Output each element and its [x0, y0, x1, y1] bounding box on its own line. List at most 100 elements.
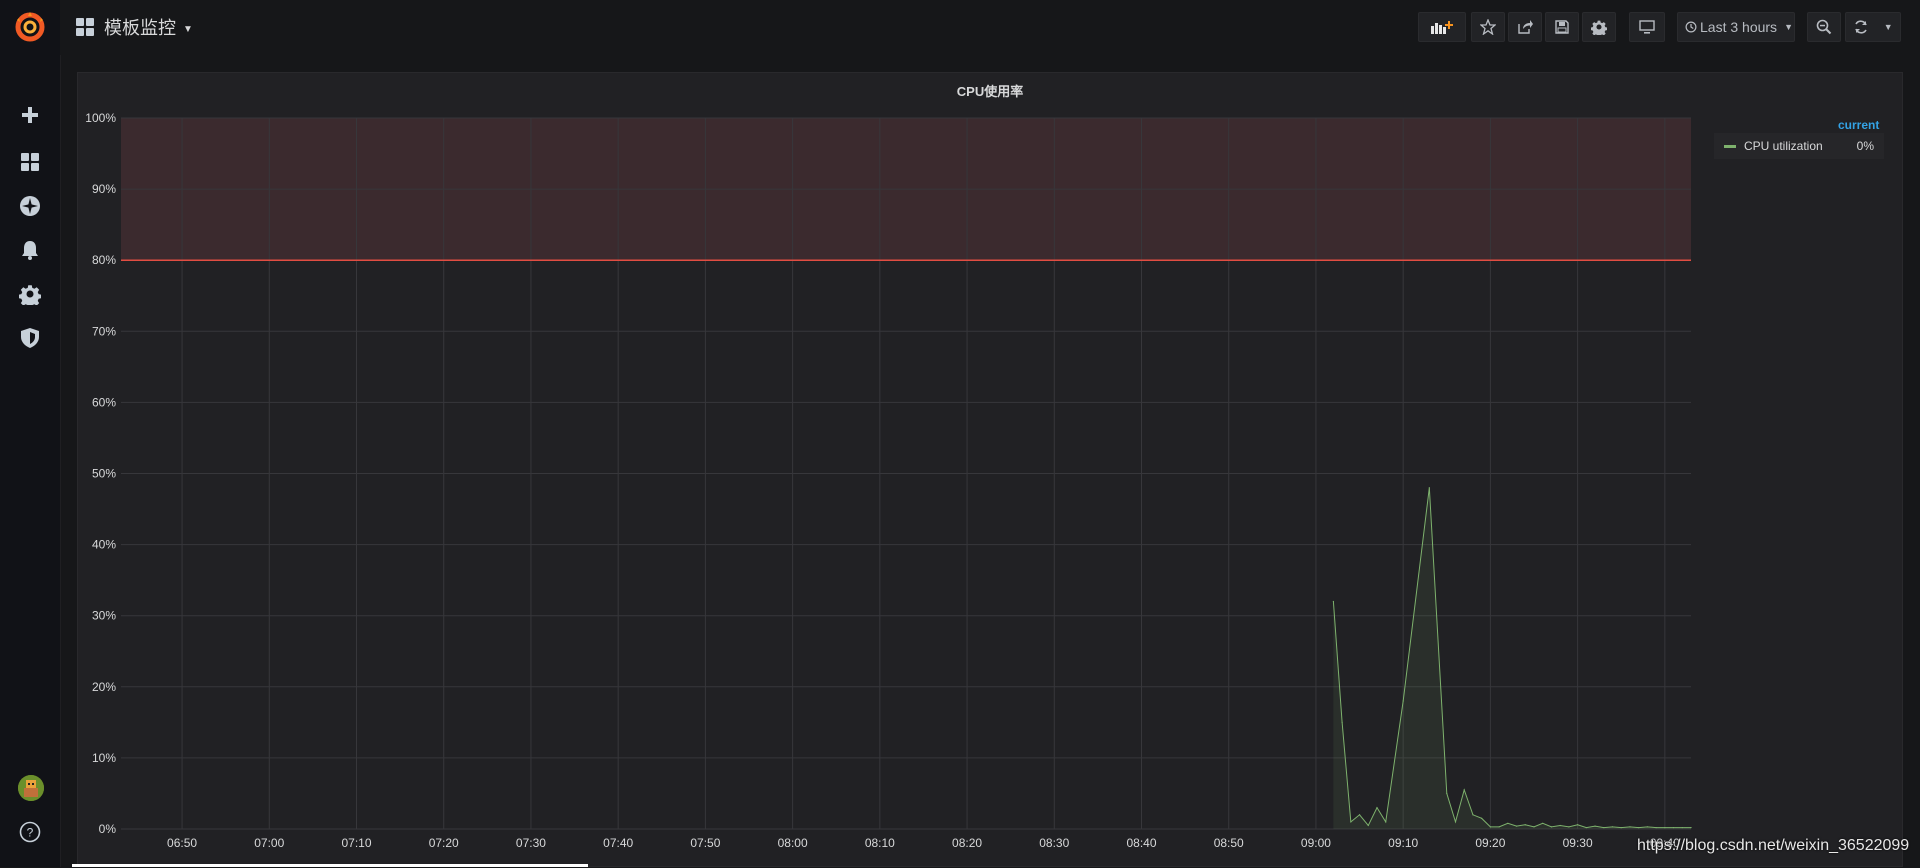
- configuration-gear-icon[interactable]: [18, 282, 42, 306]
- y-tick-label: 80%: [92, 253, 116, 267]
- series-point: [1341, 721, 1343, 723]
- watermark-url: https://blog.csdn.net/weixin_36522099: [1637, 837, 1910, 854]
- series-point: [1428, 487, 1430, 489]
- series-point: [1454, 821, 1457, 823]
- series-point: [1507, 822, 1509, 824]
- refresh-icon: [1855, 20, 1868, 34]
- dashboard-settings-button[interactable]: [1582, 12, 1616, 42]
- series-point: [1533, 826, 1535, 828]
- zoom-out-icon: [1816, 19, 1832, 35]
- dashboard-title: 模板监控: [104, 18, 176, 38]
- series-point: [1463, 789, 1465, 791]
- save-icon: [1555, 20, 1569, 34]
- caret-down-icon: ▼: [1784, 22, 1793, 32]
- user-avatar[interactable]: [18, 775, 44, 801]
- x-tick-label: 08:00: [778, 836, 808, 850]
- y-tick-label: 70%: [92, 324, 116, 338]
- dashboard-picker[interactable]: 模板监控 ▼: [76, 14, 193, 40]
- series-area: [1333, 487, 1691, 829]
- gear-icon: [1591, 20, 1607, 35]
- share-icon: [1518, 20, 1533, 34]
- server-admin-shield-icon[interactable]: [18, 326, 42, 350]
- series-point: [1446, 792, 1448, 795]
- series-point: [1402, 700, 1404, 702]
- save-dashboard-button[interactable]: [1545, 12, 1579, 42]
- time-range-picker[interactable]: Last 3 hours ▼: [1677, 12, 1795, 42]
- series-point: [1472, 814, 1474, 816]
- series-point: [1332, 600, 1334, 603]
- series-point: [1524, 824, 1526, 826]
- series-point: [1672, 826, 1675, 829]
- y-tick-label: 100%: [85, 111, 116, 125]
- share-dashboard-button[interactable]: [1508, 12, 1542, 42]
- x-tick-label: 09:30: [1563, 836, 1593, 850]
- y-tick-label: 40%: [92, 538, 116, 552]
- series-point: [1489, 826, 1491, 828]
- caret-down-icon: ▼: [1883, 22, 1893, 32]
- x-tick-label: 07:40: [603, 836, 633, 850]
- dashboard-grid-icon: [76, 18, 94, 36]
- create-plus-icon[interactable]: [18, 103, 42, 127]
- clock-icon: [1685, 21, 1697, 33]
- series-point: [1594, 825, 1596, 827]
- refresh-button[interactable]: ▼: [1845, 12, 1901, 42]
- series-point: [1367, 824, 1369, 827]
- legend-series-swatch[interactable]: [1724, 144, 1736, 148]
- series-point: [1358, 814, 1361, 816]
- star-dashboard-button[interactable]: [1471, 12, 1505, 42]
- y-tick-label: 10%: [92, 751, 116, 765]
- legend-item[interactable]: CPU utilization 0%: [1714, 133, 1884, 159]
- x-tick-label: 09:00: [1301, 836, 1331, 850]
- legend-series-value: 0%: [1856, 139, 1874, 153]
- series-point: [1376, 807, 1378, 809]
- y-tick-label: 0%: [99, 822, 117, 836]
- x-tick-label: 07:20: [429, 836, 459, 850]
- x-tick-label: 07:10: [341, 836, 371, 850]
- y-tick-label: 20%: [92, 680, 116, 694]
- side-menu: ?: [0, 0, 61, 867]
- add-panel-button[interactable]: [1418, 12, 1466, 42]
- series-line: [1332, 487, 1691, 829]
- series-point: [1585, 826, 1587, 829]
- svg-text:?: ?: [27, 826, 34, 840]
- legend-series-label[interactable]: CPU utilization: [1744, 139, 1857, 153]
- monitor-icon: [1639, 20, 1655, 34]
- help-question-icon[interactable]: ?: [18, 820, 42, 844]
- series-point: [1577, 824, 1579, 826]
- x-tick-label: 07:30: [516, 836, 546, 850]
- series-point: [1646, 826, 1648, 828]
- series-point: [1655, 826, 1657, 829]
- grafana-logo-icon[interactable]: [13, 10, 47, 44]
- series-point: [1681, 826, 1683, 829]
- y-tick-label: 50%: [92, 467, 116, 481]
- dashboards-grid-icon[interactable]: [18, 150, 42, 174]
- series-point: [1550, 826, 1553, 828]
- series-point: [1515, 825, 1518, 827]
- series-point: [1690, 826, 1692, 829]
- legend-current-header[interactable]: current: [1838, 118, 1879, 132]
- series-point: [1638, 826, 1640, 829]
- series-point: [1664, 826, 1666, 829]
- graph-panel: CPU使用率 0% 10% 20% 30% 40% 50% 60% 70% 80% 90% 100%…: [77, 72, 1903, 867]
- x-tick-label: 09:20: [1475, 836, 1505, 850]
- x-tick-label: 08:40: [1126, 836, 1156, 850]
- series-point: [1629, 826, 1631, 828]
- x-tick-label: 08:50: [1214, 836, 1244, 850]
- series-point: [1568, 826, 1570, 828]
- explore-compass-icon[interactable]: [18, 194, 42, 218]
- series-point: [1559, 824, 1561, 827]
- zoom-out-button[interactable]: [1807, 12, 1841, 42]
- x-tick-label: 06:50: [167, 836, 197, 850]
- cpu-graph[interactable]: 0% 10% 20% 30% 40% 50% 60% 70% 80% 90% 100% 06:50 07…: [78, 73, 1904, 868]
- series-point: [1611, 826, 1614, 828]
- alerting-bell-icon[interactable]: [18, 238, 42, 262]
- x-tick-label: 07:50: [690, 836, 720, 850]
- x-tick-label: 09:10: [1388, 836, 1418, 850]
- series-point: [1603, 826, 1605, 829]
- time-range-label: Last 3 hours: [1700, 19, 1778, 35]
- x-tick-label: 07:00: [254, 836, 284, 850]
- x-tick-label: 08:20: [952, 836, 982, 850]
- series-point: [1481, 817, 1483, 819]
- dashboard-navbar: 模板监控 ▼ Last 3 hours ▼ ▼: [60, 0, 1920, 55]
- cycle-view-mode-button[interactable]: [1629, 12, 1665, 42]
